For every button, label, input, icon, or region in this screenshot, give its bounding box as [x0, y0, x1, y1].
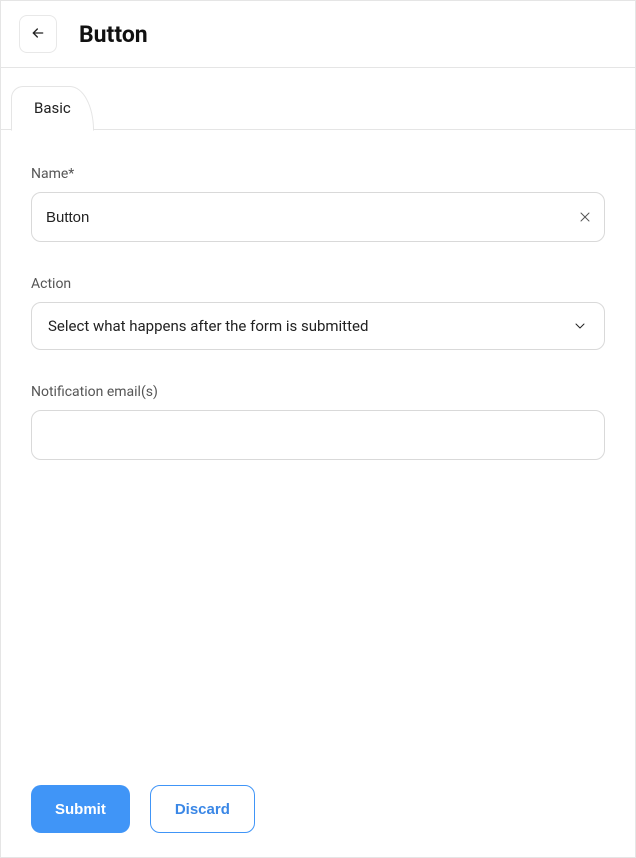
tab-label: Basic — [34, 99, 71, 117]
back-button[interactable] — [19, 15, 57, 53]
discard-button[interactable]: Discard — [150, 785, 255, 833]
page-container: Button Basic Name* Action Select what ha… — [0, 0, 636, 858]
clear-icon[interactable] — [579, 211, 591, 223]
name-label: Name* — [31, 166, 605, 182]
chevron-down-icon — [572, 318, 588, 334]
action-select[interactable]: Select what happens after the form is su… — [31, 302, 605, 350]
submit-button[interactable]: Submit — [31, 785, 130, 833]
action-label: Action — [31, 276, 605, 292]
field-emails: Notification email(s) — [31, 384, 605, 460]
name-input-wrapper — [31, 192, 605, 242]
action-placeholder: Select what happens after the form is su… — [48, 317, 368, 335]
page-title: Button — [79, 21, 148, 48]
header: Button — [1, 1, 635, 68]
emails-label: Notification email(s) — [31, 384, 605, 400]
field-name: Name* — [31, 166, 605, 242]
emails-input[interactable] — [31, 410, 605, 460]
tab-basic[interactable]: Basic — [11, 86, 94, 131]
tabs-row: Basic — [1, 86, 635, 130]
footer-actions: Submit Discard — [31, 785, 605, 837]
field-action: Action Select what happens after the for… — [31, 276, 605, 350]
arrow-left-icon — [30, 25, 46, 44]
name-input[interactable] — [31, 192, 605, 242]
form-area: Name* Action Select what happens after t… — [1, 130, 635, 857]
